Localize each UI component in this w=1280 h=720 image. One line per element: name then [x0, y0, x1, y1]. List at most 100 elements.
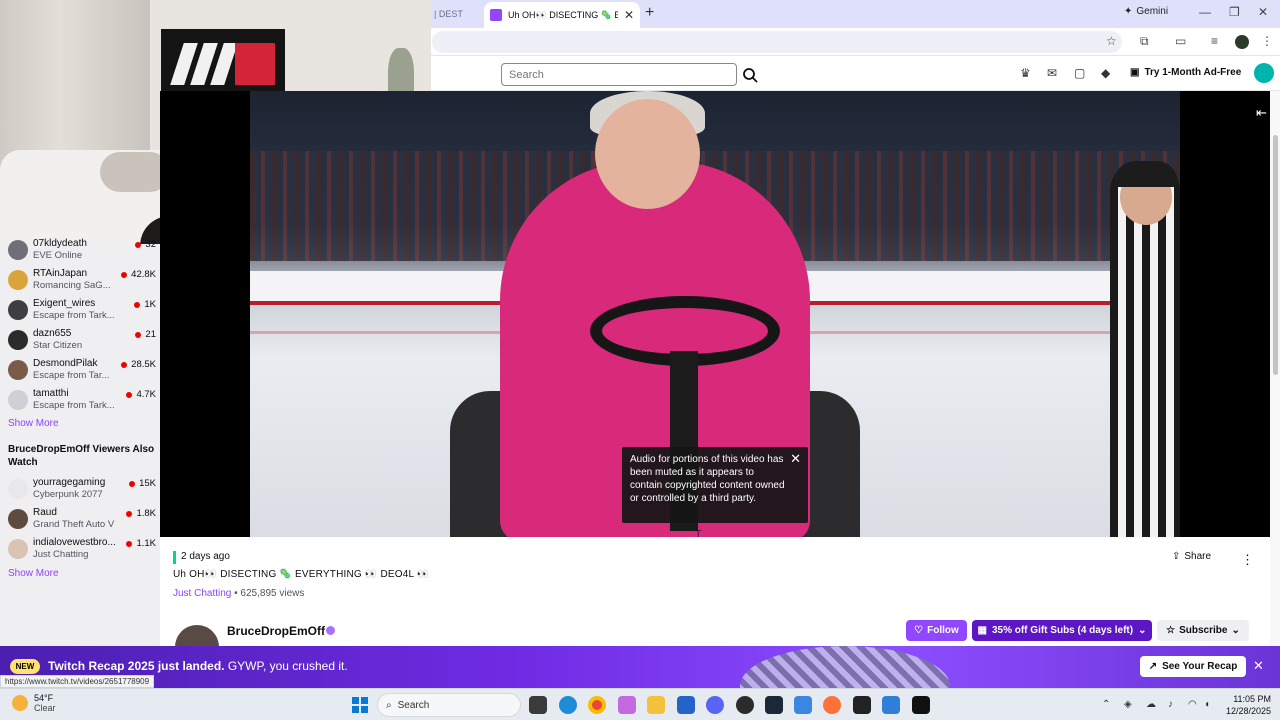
sidebar-channel-item[interactable]: Raud Grand Theft Auto V 1.8K [8, 507, 156, 535]
gemini-label: Gemini [1136, 6, 1169, 17]
search-button[interactable] [738, 63, 762, 86]
capcut-icon[interactable] [853, 696, 871, 714]
windows-taskbar: 54°F Clear ⌕ Search ⌃ ◈ ☁ ♪ ◠ ◖ 11:05 PM… [0, 688, 1280, 720]
channel-name: dazn655 [33, 328, 72, 339]
cast-icon[interactable]: ▭ [1175, 34, 1186, 48]
window-close-icon[interactable]: ✕ [1258, 5, 1268, 19]
app-icon[interactable] [882, 696, 900, 714]
muted-audio-notice: Audio for portions of this video has bee… [622, 447, 808, 523]
tab-close-icon[interactable]: ✕ [624, 8, 634, 22]
edge-icon[interactable] [559, 696, 577, 714]
show-more-recommended-link[interactable]: Show More [8, 568, 59, 579]
banner-close-icon[interactable]: ✕ [1253, 658, 1264, 674]
channel-game: Escape from Tark... [33, 400, 115, 411]
browser-tab-previous[interactable]: | DEST [432, 4, 480, 26]
store-icon[interactable] [677, 696, 695, 714]
gemini-spark-icon: ✦ [1124, 6, 1133, 17]
firefox-icon[interactable] [823, 696, 841, 714]
steam-icon[interactable] [765, 696, 783, 714]
channel-name: tamatthi [33, 388, 69, 399]
gift-subs-button[interactable]: ▦ 35% off Gift Subs (4 days left) ⌄ [972, 620, 1152, 641]
tray-app-icon[interactable]: ◈ [1124, 699, 1132, 710]
channel-name: 07kldydeath [33, 238, 87, 249]
extensions-icon[interactable]: ⧉ [1140, 34, 1149, 49]
ad-free-button[interactable]: ▣ Try 1-Month Ad-Free [1130, 67, 1241, 78]
channel-game: Grand Theft Auto V [33, 519, 115, 530]
arrow-up-right-icon: ↗ [1148, 661, 1158, 672]
channel-game: Escape from Tark... [33, 310, 115, 321]
bookmark-star-icon[interactable]: ☆ [1106, 34, 1117, 48]
tray-cloud-icon[interactable]: ☁ [1146, 699, 1156, 710]
user-avatar[interactable] [1254, 63, 1274, 83]
live-viewer-count: 4.7K [126, 389, 156, 400]
windows-start-icon[interactable] [352, 697, 368, 713]
minimize-icon[interactable]: — [1199, 5, 1211, 19]
show-more-followed-link[interactable]: Show More [8, 418, 59, 429]
browser-tab-active[interactable]: Uh OH👀 DISECTING 🦠 EVER ✕ [484, 2, 640, 28]
restore-icon[interactable]: ❐ [1229, 5, 1240, 19]
live-dot-icon [121, 361, 128, 368]
terminal-icon[interactable] [912, 696, 930, 714]
recap-message: Twitch Recap 2025 just landed. GYWP, you… [48, 659, 348, 673]
channel-name: Exigent_wires [33, 298, 96, 309]
sidebar-channel-item[interactable]: dazn655 Star Citizen 21 [8, 328, 156, 356]
live-dot-icon [135, 331, 142, 338]
live-dot-icon [135, 241, 142, 248]
copilot-icon[interactable] [618, 696, 636, 714]
see-recap-button[interactable]: ↗ See Your Recap [1140, 656, 1246, 677]
more-options-icon[interactable]: ⋮ [1241, 552, 1254, 568]
share-button[interactable]: ⇪ Share [1172, 551, 1211, 562]
sidebar-channel-item[interactable]: DesmondPilak Escape from Tar... 28.5K [8, 358, 156, 386]
obs-icon[interactable] [736, 696, 754, 714]
discord-icon[interactable] [706, 696, 724, 714]
browser-menu-icon[interactable]: ⋮ [1261, 34, 1273, 48]
media-control-icon[interactable]: ≡ [1211, 34, 1218, 48]
task-view-icon[interactable] [529, 696, 547, 714]
expand-chat-icon[interactable]: ⇤ [1256, 105, 1267, 121]
follow-button[interactable]: ♡ Follow [906, 620, 967, 641]
bits-icon[interactable]: ◆ [1101, 66, 1110, 80]
channel-name: indialovewestbro... [33, 537, 116, 548]
prime-crown-icon[interactable]: ♛ [1020, 66, 1031, 80]
subscribe-button[interactable]: ☆ Subscribe ⌄ [1157, 620, 1249, 641]
live-dot-icon [121, 271, 128, 278]
sidebar-channel-item[interactable]: indialovewestbro... Just Chatting 1.1K [8, 537, 156, 565]
heart-icon: ♡ [914, 625, 924, 636]
weather-widget[interactable]: 54°F Clear [12, 693, 56, 713]
taskbar-clock[interactable]: 11:05 PM 12/28/2025 [1226, 693, 1271, 717]
taskbar-search[interactable]: ⌕ Search [377, 693, 521, 717]
recap-banner: NEW Twitch Recap 2025 just landed. GYWP,… [0, 646, 1280, 688]
chrome-icon[interactable] [588, 696, 606, 714]
new-tab-icon[interactable]: + [645, 4, 654, 22]
channel-avatar [8, 479, 28, 499]
address-bar[interactable] [432, 31, 1122, 53]
notice-close-icon[interactable]: ✕ [790, 452, 801, 465]
search-input[interactable] [501, 63, 737, 86]
sidebar: 07kldydeath EVE Online 32 RTAinJapan Rom… [0, 238, 160, 646]
sidebar-channel-item[interactable]: RTAinJapan Romancing SaG... 42.8K [8, 268, 156, 296]
category-link[interactable]: Just Chatting [173, 588, 231, 599]
live-dot-icon [129, 480, 136, 487]
inbox-icon[interactable]: ✉ [1047, 66, 1057, 80]
browser-profile-avatar[interactable] [1235, 35, 1249, 49]
file-explorer-icon[interactable] [647, 696, 665, 714]
streamer-name[interactable]: BruceDropEmOff [227, 624, 325, 638]
whispers-icon[interactable]: ▢ [1074, 66, 1085, 80]
sidebar-channel-item[interactable]: tamatthi Escape from Tark... 4.7K [8, 388, 156, 416]
sidebar-channel-item[interactable]: 07kldydeath EVE Online 32 [8, 238, 156, 266]
wifi-icon[interactable]: ◠ [1188, 699, 1197, 710]
tray-chevron-up-icon[interactable]: ⌃ [1102, 699, 1110, 710]
app-icon[interactable] [794, 696, 812, 714]
gemini-button[interactable]: ✦ Gemini [1124, 6, 1168, 17]
channel-avatar [8, 390, 28, 410]
verified-badge-icon [326, 626, 335, 635]
volume-icon[interactable]: ◖ [1204, 699, 1210, 710]
twitch-favicon-icon [490, 9, 502, 21]
video-info-panel: 2 days ago Uh OH👀 DISECTING 🦠 EVERYTHING… [160, 537, 1270, 655]
sidebar-channel-item[interactable]: Exigent_wires Escape from Tark... 1K [8, 298, 156, 326]
sidebar-channel-item[interactable]: yourragegaming Cyberpunk 2077 15K [8, 477, 156, 505]
weather-condition: Clear [34, 703, 56, 713]
microphone-icon[interactable]: ♪ [1168, 699, 1173, 710]
gift-icon: ▦ [977, 625, 987, 636]
scrollbar-thumb[interactable] [1273, 135, 1278, 375]
